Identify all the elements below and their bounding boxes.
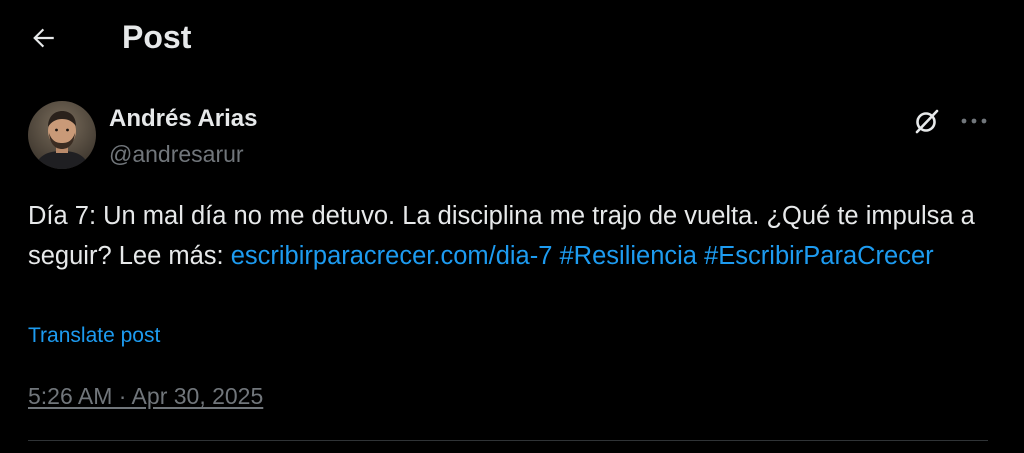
hashtag-resiliencia[interactable]: #Resiliencia xyxy=(560,242,698,270)
more-horizontal-icon xyxy=(961,118,987,124)
post-timestamp[interactable]: 5:26 AM · Apr 30, 2025 xyxy=(28,381,263,411)
divider xyxy=(28,440,988,441)
author-name[interactable]: Andrés Arias xyxy=(109,104,258,134)
page-title: Post xyxy=(122,19,192,55)
avatar-photo xyxy=(28,101,96,169)
more-button[interactable] xyxy=(955,102,993,140)
grok-button[interactable] xyxy=(908,102,946,140)
grok-icon xyxy=(915,109,939,134)
author-handle[interactable]: @andresarur xyxy=(109,139,244,169)
hashtag-escribirparacrecer[interactable]: #EscribirParaCrecer xyxy=(704,242,934,270)
back-button[interactable] xyxy=(22,18,66,58)
post-body: Día 7: Un mal día no me detuvo. La disci… xyxy=(28,196,993,276)
translate-post-link[interactable]: Translate post xyxy=(28,322,160,350)
post-link[interactable]: escribirparacrecer.com/dia-7 xyxy=(231,242,553,270)
avatar[interactable] xyxy=(28,101,96,169)
arrow-left-icon xyxy=(33,28,54,48)
top-bar: Post xyxy=(0,0,1024,76)
